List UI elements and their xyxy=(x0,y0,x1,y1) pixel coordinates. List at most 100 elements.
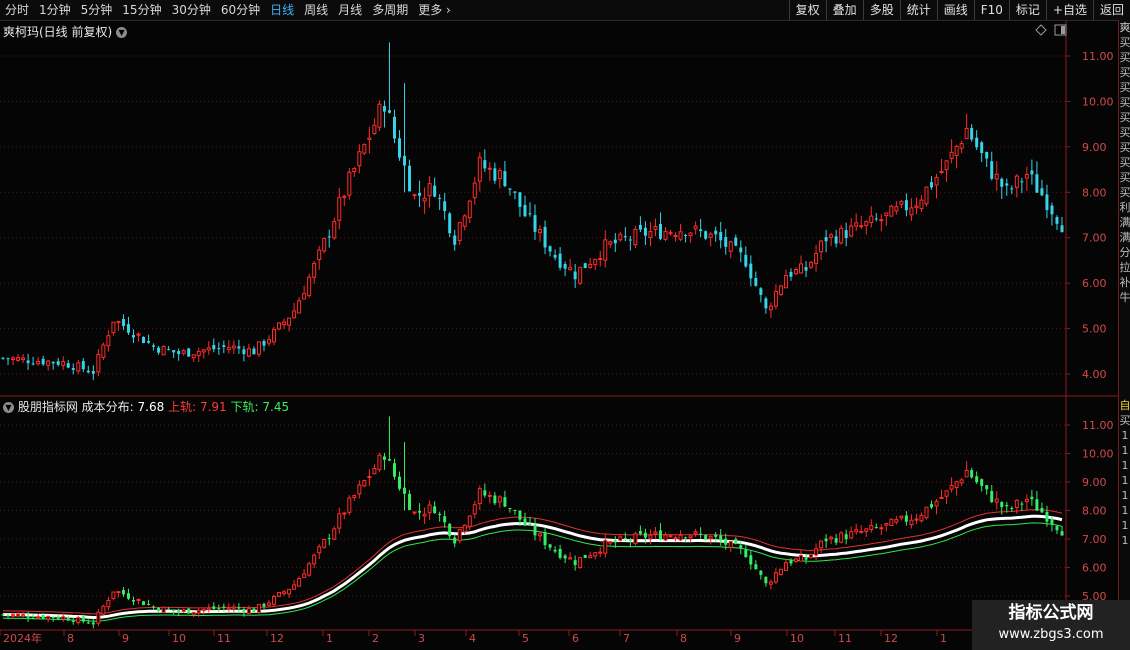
candle-body xyxy=(764,298,768,309)
candle xyxy=(768,579,773,590)
panel-toggle-icon[interactable] xyxy=(1054,24,1067,36)
candle-body xyxy=(1014,175,1019,188)
candle-body xyxy=(136,598,141,601)
candle-body xyxy=(985,485,989,490)
candle-body xyxy=(643,227,647,236)
candle-body xyxy=(724,538,728,545)
candle xyxy=(477,485,482,511)
candle xyxy=(930,176,934,190)
candle-body xyxy=(914,205,919,208)
diamond-icon[interactable] xyxy=(1035,24,1047,36)
chevron-down-icon[interactable]: ▼ xyxy=(3,402,14,413)
candle xyxy=(382,452,386,470)
candle-body xyxy=(457,529,462,542)
candle xyxy=(272,326,277,346)
candle-body xyxy=(708,536,713,540)
candle-body xyxy=(448,213,452,234)
candle xyxy=(1000,501,1004,515)
candle xyxy=(282,589,287,597)
candle-body xyxy=(894,206,899,212)
candle xyxy=(739,240,743,263)
candle xyxy=(497,495,502,509)
candle-body xyxy=(217,608,221,610)
candle-body xyxy=(347,497,352,513)
candle xyxy=(267,335,272,347)
candle-body xyxy=(899,515,904,519)
candle-body xyxy=(970,470,974,478)
candle xyxy=(1035,161,1039,193)
candle-body xyxy=(793,269,798,275)
candle xyxy=(297,576,302,587)
candle-body xyxy=(744,254,748,267)
candle-body xyxy=(814,548,819,556)
y-tick-label: 8.00 xyxy=(1082,186,1107,199)
candle-body xyxy=(543,226,547,248)
candle xyxy=(231,340,236,354)
candle-body xyxy=(874,218,878,220)
candle xyxy=(663,532,668,542)
candle-body xyxy=(1035,174,1039,193)
candle-body xyxy=(483,160,487,169)
candle-body xyxy=(734,538,738,544)
candle-body xyxy=(658,530,662,540)
x-tick-label: 2024年 xyxy=(3,631,42,645)
candle xyxy=(302,285,307,300)
candle xyxy=(980,478,984,492)
candle xyxy=(734,234,738,247)
candle xyxy=(553,546,557,554)
candle xyxy=(462,214,467,231)
candle xyxy=(869,206,874,228)
chevron-down-icon[interactable]: ▼ xyxy=(116,27,128,38)
candle-body xyxy=(1020,503,1024,505)
candle xyxy=(81,358,85,373)
signal-char: 1 xyxy=(1121,489,1129,502)
candle xyxy=(523,195,527,218)
candle-body xyxy=(297,300,302,314)
candle-body xyxy=(949,151,954,159)
candle xyxy=(287,317,292,332)
kline-chart[interactable]: 11.00 10.00 9.00 8.00 7.00 6.00 5.00 4.00 11.00… xyxy=(0,0,1130,650)
candle-body xyxy=(256,341,261,355)
candle xyxy=(563,553,567,564)
candle xyxy=(252,346,256,355)
candle xyxy=(181,348,186,356)
candle-body xyxy=(708,233,713,238)
candle xyxy=(839,224,844,245)
candle-body xyxy=(147,341,151,343)
candle-body xyxy=(142,601,146,606)
candle-body xyxy=(778,285,783,295)
candle xyxy=(804,261,808,278)
candle xyxy=(196,347,201,363)
candle-body xyxy=(66,363,70,368)
candle-body xyxy=(633,228,638,246)
candle-body xyxy=(307,563,312,576)
candle xyxy=(909,514,914,529)
candle xyxy=(262,602,266,611)
candle xyxy=(292,303,297,319)
candle-body xyxy=(719,535,723,541)
candle xyxy=(663,227,668,242)
watermark-title: 指标公式网 xyxy=(1008,603,1094,623)
candle-body xyxy=(834,236,838,244)
candle xyxy=(187,347,191,357)
candle xyxy=(267,600,272,608)
candle xyxy=(1,356,5,360)
candle-body xyxy=(6,358,10,360)
candle-body xyxy=(1,614,5,616)
candle xyxy=(16,612,21,617)
candle-body xyxy=(222,345,226,347)
candle xyxy=(327,533,331,546)
candle-body xyxy=(443,201,447,212)
x-tick-label: 3 xyxy=(418,632,425,645)
candle xyxy=(749,550,753,570)
x-tick-label: 2 xyxy=(372,632,379,645)
candle xyxy=(699,527,703,539)
candle-body xyxy=(397,138,401,158)
candle xyxy=(1050,516,1054,532)
candle-body xyxy=(477,488,482,505)
candle xyxy=(894,200,899,215)
candle xyxy=(814,244,819,272)
candle xyxy=(824,534,828,549)
candle xyxy=(583,263,587,269)
candle-body xyxy=(36,361,41,365)
